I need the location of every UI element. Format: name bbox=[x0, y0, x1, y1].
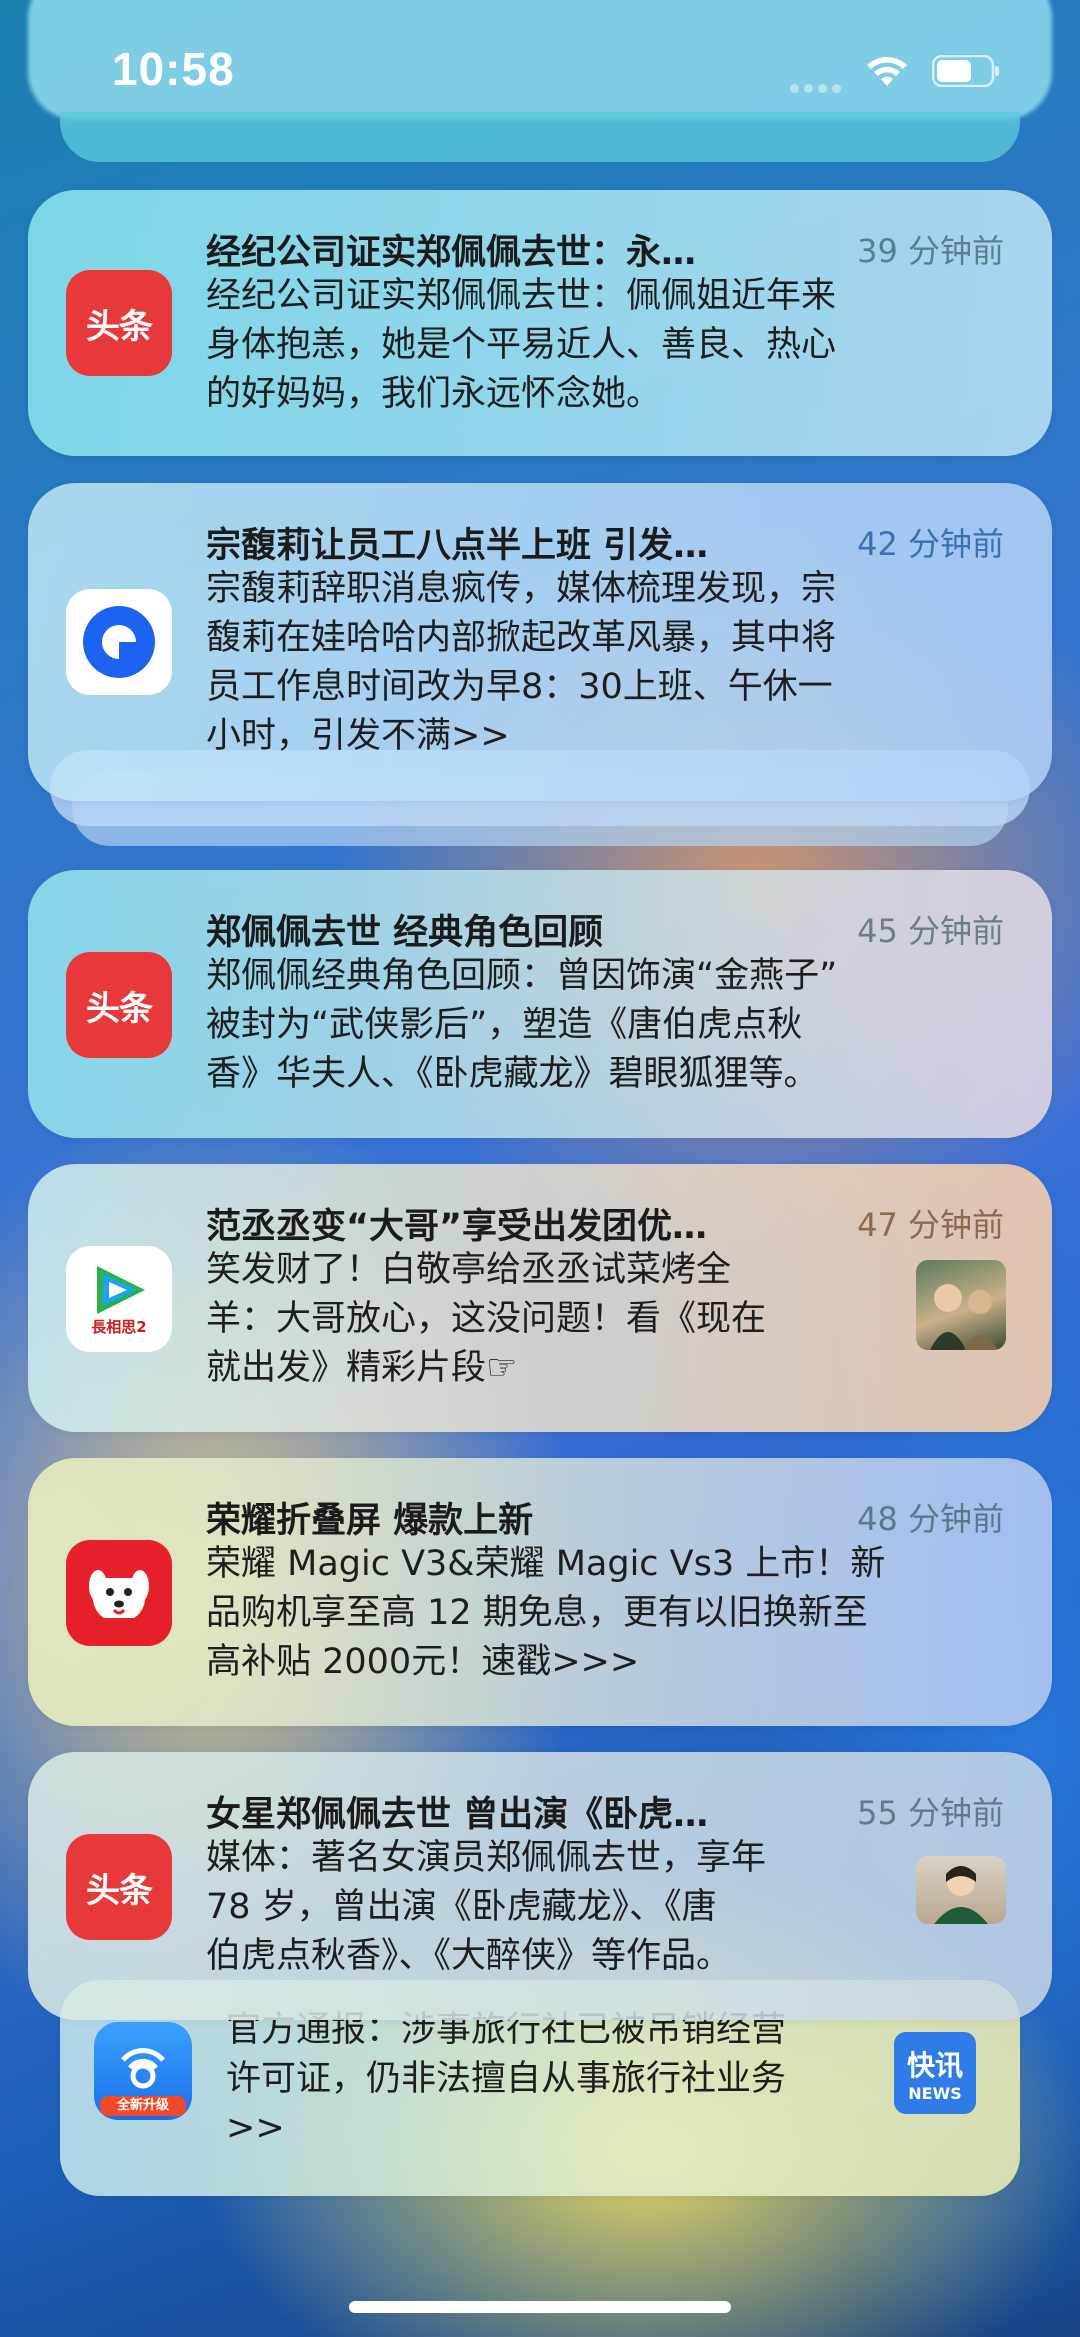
notification-body: 官方通报：涉事旅行社已被吊销经营 许可证，仍非法擅自从事旅行社业务 >> bbox=[226, 2006, 786, 2153]
status-bar: 10:58 bbox=[0, 0, 1080, 140]
body-line: 笑发财了！白敬亭给丞丞试菜烤全 bbox=[206, 1250, 732, 1290]
toutiao-app-icon: 头条 bbox=[66, 1834, 172, 1940]
notification-title: 女星郑佩佩去世 曾出演《卧虎… bbox=[206, 1795, 709, 1835]
battery-icon bbox=[932, 55, 999, 87]
notification-body: 荣耀 Magic V3&荣耀 Magic Vs3 上市！新 品购机享至高 12 … bbox=[206, 1540, 885, 1687]
notification-title: 经纪公司证实郑佩佩去世：永… bbox=[206, 233, 697, 273]
notification-card[interactable]: 荣耀折叠屏 爆款上新 48 分钟前 荣耀 Magic V3&荣耀 Magic V… bbox=[28, 1458, 1052, 1726]
notification-time: 48 分钟前 bbox=[857, 1500, 1004, 1538]
body-line: 品购机享至高 12 期免息，更有以旧换新至 bbox=[206, 1593, 868, 1633]
person-photo-icon bbox=[934, 1866, 988, 1924]
toutiao-app-icon: 头条 bbox=[66, 952, 172, 1058]
tencent-video-app-icon: 長相思2 bbox=[66, 1246, 172, 1352]
blue-circle-app-icon bbox=[66, 589, 172, 695]
body-line: 小时，引发不满>> bbox=[206, 716, 510, 756]
notification-time: 42 分钟前 bbox=[857, 525, 1004, 563]
notification-title: 宗馥莉让员工八点半上班 引发… bbox=[206, 526, 709, 566]
news-thumbnail: 快讯 NEWS bbox=[894, 2032, 976, 2114]
news-thumb-sublabel: NEWS bbox=[908, 2083, 962, 2103]
body-line: 媒体：著名女演员郑佩佩去世，享年 bbox=[206, 1838, 767, 1878]
toutiao-icon-label: 头条 bbox=[79, 1861, 159, 1913]
notification-thumbnail bbox=[916, 1856, 1006, 1924]
notification-card[interactable]: 長相思2 范丞丞变“大哥”享受出发团优… 47 分钟前 笑发财了！白敬亭给丞丞试… bbox=[28, 1164, 1052, 1432]
notification-title: 荣耀折叠屏 爆款上新 bbox=[206, 1501, 534, 1541]
news-thumb-label: 快讯 bbox=[906, 2048, 963, 2082]
notification-card[interactable]: 头条 女星郑佩佩去世 曾出演《卧虎… 55 分钟前 媒体：著名女演员郑佩佩去世，… bbox=[28, 1752, 1052, 2020]
body-line: 的好妈妈，我们永远怀念她。 bbox=[206, 374, 662, 414]
notification-body: 笑发财了！白敬亭给丞丞试菜烤全 羊：大哥放心，这没问题！看《现在 就出发》精彩片… bbox=[206, 1246, 766, 1393]
toutiao-icon-label: 头条 bbox=[79, 979, 159, 1031]
app-upgrade-badge: 全新升级 bbox=[100, 2096, 186, 2116]
app-icon-caption: 長相思2 bbox=[91, 1317, 147, 1336]
body-line: 就出发》精彩片段☞ bbox=[206, 1348, 518, 1388]
body-line: 荣耀 Magic V3&荣耀 Magic Vs3 上市！新 bbox=[206, 1544, 886, 1584]
notification-card[interactable]: 头条 经纪公司证实郑佩佩去世：永… 39 分钟前 经纪公司证实郑佩佩去世：佩佩姐… bbox=[28, 190, 1052, 456]
notification-title: 范丞丞变“大哥”享受出发团优… bbox=[206, 1207, 708, 1247]
status-time: 10:58 bbox=[112, 43, 235, 95]
body-line: 香》华夫人、《卧虎藏龙》碧眼狐狸等。 bbox=[206, 1054, 819, 1094]
body-line: 被封为“武侠影后”，塑造《唐伯虎点秋 bbox=[206, 1005, 803, 1045]
body-line: 郑佩佩经典角色回顾：曾因饰演“金燕子” bbox=[206, 956, 838, 996]
notification-time: 39 分钟前 bbox=[857, 232, 1004, 270]
body-line: 许可证，仍非法擅自从事旅行社业务 bbox=[226, 2059, 787, 2099]
notification-card[interactable]: 宗馥莉让员工八点半上班 引发… 42 分钟前 宗馥莉辞职消息疯传，媒体梳理发现，… bbox=[28, 483, 1052, 801]
jd-app-icon bbox=[66, 1540, 172, 1646]
body-line: 员工作息时间改为早8：30上班、午休一 bbox=[206, 667, 833, 707]
body-line: 宗馥莉辞职消息疯传，媒体梳理发现，宗 bbox=[206, 569, 837, 609]
notification-time: 47 分钟前 bbox=[857, 1206, 1004, 1244]
ccb-app-icon: 全新升级 bbox=[94, 2022, 192, 2120]
person-photo-icon bbox=[930, 1284, 998, 1350]
body-line: 高补贴 2000元！速戳>>> bbox=[206, 1642, 640, 1682]
body-line: 馥莉在娃哈哈内部掀起改革风暴，其中将 bbox=[206, 618, 837, 658]
body-line: >> bbox=[226, 2108, 285, 2148]
notification-card[interactable]: 头条 郑佩佩去世 经典角色回顾 45 分钟前 郑佩佩经典角色回顾：曾因饰演“金燕… bbox=[28, 870, 1052, 1138]
home-indicator[interactable] bbox=[349, 2301, 731, 2313]
app-logo-icon bbox=[83, 606, 155, 678]
notification-title: 郑佩佩去世 经典角色回顾 bbox=[206, 913, 604, 953]
toutiao-icon-label: 头条 bbox=[79, 297, 159, 349]
body-line: 伯虎点秋香》、《大醉侠》等作品。 bbox=[206, 1936, 732, 1976]
body-line: 78 岁，曾出演《卧虎藏龙》、《唐 bbox=[206, 1887, 717, 1927]
jd-dog-icon bbox=[89, 1570, 149, 1618]
notification-time: 55 分钟前 bbox=[857, 1794, 1004, 1832]
cellular-signal-icon bbox=[790, 78, 846, 93]
notification-body: 宗馥莉辞职消息疯传，媒体梳理发现，宗 馥莉在娃哈哈内部掀起改革风暴，其中将 员工… bbox=[206, 565, 836, 761]
notification-body: 经纪公司证实郑佩佩去世：佩佩姐近年来 身体抱恙，她是个平易近人、善良、热心 的好… bbox=[206, 272, 836, 419]
notification-body: 媒体：著名女演员郑佩佩去世，享年 78 岁，曾出演《卧虎藏龙》、《唐 伯虎点秋香… bbox=[206, 1834, 766, 1981]
notification-thumbnail bbox=[916, 1260, 1006, 1350]
wifi-icon bbox=[867, 57, 907, 86]
notification-time: 45 分钟前 bbox=[857, 912, 1004, 950]
notification-body: 郑佩佩经典角色回顾：曾因饰演“金燕子” 被封为“武侠影后”，塑造《唐伯虎点秋 香… bbox=[206, 952, 837, 1099]
body-line: 经纪公司证实郑佩佩去世：佩佩姐近年来 bbox=[206, 276, 837, 316]
toutiao-app-icon: 头条 bbox=[66, 270, 172, 376]
body-line: 羊：大哥放心，这没问题！看《现在 bbox=[206, 1299, 767, 1339]
play-icon bbox=[97, 1265, 145, 1314]
body-line: 身体抱恙，她是个平易近人、善良、热心 bbox=[206, 325, 837, 365]
